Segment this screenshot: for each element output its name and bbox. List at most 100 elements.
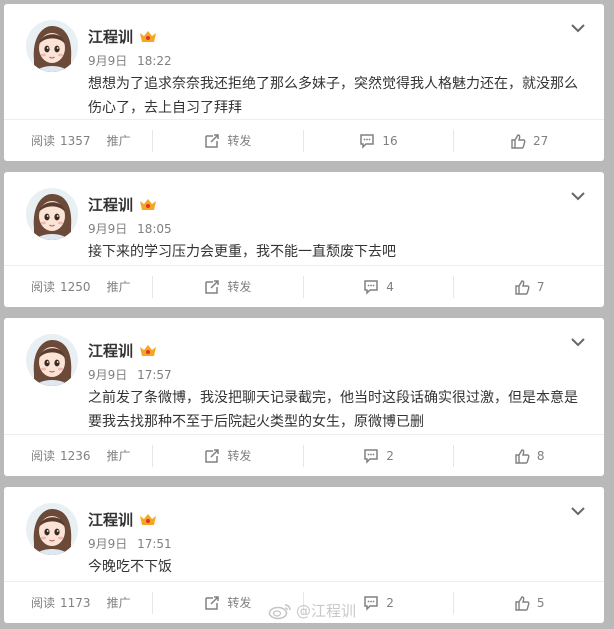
read-stats: 阅读 1250 推广 (4, 266, 152, 307)
post-text: 之前发了条微博，我没把聊天记录截完，他当时这段话确实很过激，但是本意是要我去找那… (88, 390, 578, 430)
post-footer: 阅读 1236 推广 转发 2 8 (4, 434, 604, 476)
repost-icon (205, 133, 220, 148)
username-text[interactable]: 江程训 (88, 340, 133, 361)
like-count: 8 (536, 448, 545, 463)
like-button[interactable]: 27 (453, 129, 604, 152)
like-button[interactable]: 8 (453, 444, 604, 467)
username-text[interactable]: 江程训 (88, 509, 133, 530)
read-label: 阅读 (31, 134, 56, 148)
post-meta: 9月9日 18:22 (88, 52, 172, 69)
avatar[interactable] (26, 334, 78, 386)
comment-count: 4 (386, 279, 394, 294)
post-time[interactable]: 18:05 (137, 222, 172, 236)
repost-label: 转发 (227, 134, 252, 148)
like-button[interactable]: 7 (453, 275, 604, 298)
thumbs-up-icon (515, 448, 530, 464)
chevron-down-icon[interactable] (570, 190, 586, 202)
like-count: 7 (536, 279, 545, 294)
read-label: 阅读 (31, 596, 56, 610)
repost-label: 转发 (227, 280, 252, 294)
read-count: 1236 (60, 448, 91, 463)
read-stats: 阅读 1236 推广 (4, 435, 152, 476)
thumbs-up-icon (515, 279, 530, 295)
comment-icon (360, 133, 375, 149)
post-text: 想想为了追求奈奈我还拒绝了那么多妹子，突然觉得我人格魅力还在，就没那么伤心了，去… (88, 76, 578, 116)
post-card: 江程训 9月9日 18:22 想想为了追求奈奈我还拒绝了那么多妹子，突然觉得我人… (4, 4, 604, 161)
avatar[interactable] (26, 20, 78, 72)
comment-icon (364, 595, 378, 611)
comment-icon (364, 448, 378, 464)
comment-count: 16 (382, 133, 398, 148)
post-date[interactable]: 9月9日 (88, 54, 127, 68)
weibo-watermark: @江程训 (268, 600, 356, 621)
comment-button[interactable]: 2 (302, 444, 454, 467)
post-footer: 阅读 1357 推广 转发 16 27 (4, 119, 604, 161)
post-time[interactable]: 17:51 (137, 537, 172, 551)
like-button[interactable]: 5 (453, 591, 604, 614)
read-count: 1173 (60, 595, 91, 610)
like-count: 27 (533, 133, 549, 148)
chevron-down-icon[interactable] (570, 336, 586, 348)
thumbs-up-icon (515, 595, 530, 611)
vip-crown-icon (139, 30, 157, 44)
repost-button[interactable]: 转发 (152, 275, 303, 298)
post-footer: 阅读 1250 推广 转发 4 7 (4, 265, 604, 307)
post-meta: 9月9日 18:05 (88, 220, 172, 237)
repost-label: 转发 (227, 449, 252, 463)
username[interactable]: 江程训 (88, 509, 157, 530)
post-time[interactable]: 18:22 (137, 54, 172, 68)
repost-button[interactable]: 转发 (152, 444, 303, 467)
avatar[interactable] (26, 503, 78, 555)
like-count: 5 (536, 595, 545, 610)
promote-button[interactable]: 推广 (107, 132, 131, 149)
avatar[interactable] (26, 188, 78, 240)
promote-button[interactable]: 推广 (107, 594, 131, 611)
chevron-down-icon[interactable] (570, 22, 586, 34)
repost-label: 转发 (227, 596, 252, 610)
post-date[interactable]: 9月9日 (88, 537, 127, 551)
read-label: 阅读 (31, 280, 56, 294)
post-meta: 9月9日 17:57 (88, 366, 172, 383)
weibo-feed: 江程训 9月9日 18:22 想想为了追求奈奈我还拒绝了那么多妹子，突然觉得我人… (0, 0, 614, 629)
vip-crown-icon (139, 198, 157, 212)
comment-button[interactable]: 4 (302, 275, 454, 298)
read-count: 1250 (60, 279, 91, 294)
vip-crown-icon (139, 344, 157, 358)
post-body: 江程训 9月9日 17:51 今晚吃不下饭 (4, 487, 604, 581)
username[interactable]: 江程训 (88, 194, 157, 215)
read-count: 1357 (60, 133, 91, 148)
thumbs-up-icon (511, 133, 526, 149)
comment-icon (364, 279, 378, 295)
post-body: 江程训 9月9日 17:57 之前发了条微博，我没把聊天记录截完，他当时这段话确… (4, 318, 604, 434)
post-time[interactable]: 17:57 (137, 368, 172, 382)
post-card: 江程训 9月9日 18:05 接下来的学习压力会更重，我不能一直颓废下去吧 阅读… (4, 172, 604, 307)
promote-button[interactable]: 推广 (107, 447, 131, 464)
vip-crown-icon (139, 513, 157, 527)
post-body: 江程训 9月9日 18:05 接下来的学习压力会更重，我不能一直颓废下去吧 (4, 172, 604, 265)
comment-button[interactable]: 16 (302, 129, 454, 152)
chevron-down-icon[interactable] (570, 505, 586, 517)
weibo-logo-icon (268, 603, 291, 619)
promote-button[interactable]: 推广 (107, 278, 131, 295)
repost-icon (205, 448, 220, 463)
watermark-text: @江程训 (296, 602, 357, 620)
comment-count: 2 (386, 448, 394, 463)
repost-icon (205, 595, 220, 610)
post-text: 接下来的学习压力会更重，我不能一直颓废下去吧 (88, 244, 396, 260)
read-stats: 阅读 1173 推广 (4, 582, 152, 623)
read-label: 阅读 (31, 449, 56, 463)
username-text[interactable]: 江程训 (88, 26, 133, 47)
post-meta: 9月9日 17:51 (88, 535, 172, 552)
post-date[interactable]: 9月9日 (88, 368, 127, 382)
post-card: 江程训 9月9日 17:57 之前发了条微博，我没把聊天记录截完，他当时这段话确… (4, 318, 604, 476)
comment-count: 2 (386, 595, 394, 610)
repost-icon (205, 279, 220, 294)
read-stats: 阅读 1357 推广 (4, 120, 152, 161)
username[interactable]: 江程训 (88, 26, 157, 47)
username-text[interactable]: 江程训 (88, 194, 133, 215)
post-date[interactable]: 9月9日 (88, 222, 127, 236)
username[interactable]: 江程训 (88, 340, 157, 361)
post-text: 今晚吃不下饭 (88, 559, 172, 575)
post-body: 江程训 9月9日 18:22 想想为了追求奈奈我还拒绝了那么多妹子，突然觉得我人… (4, 4, 604, 119)
repost-button[interactable]: 转发 (152, 129, 303, 152)
